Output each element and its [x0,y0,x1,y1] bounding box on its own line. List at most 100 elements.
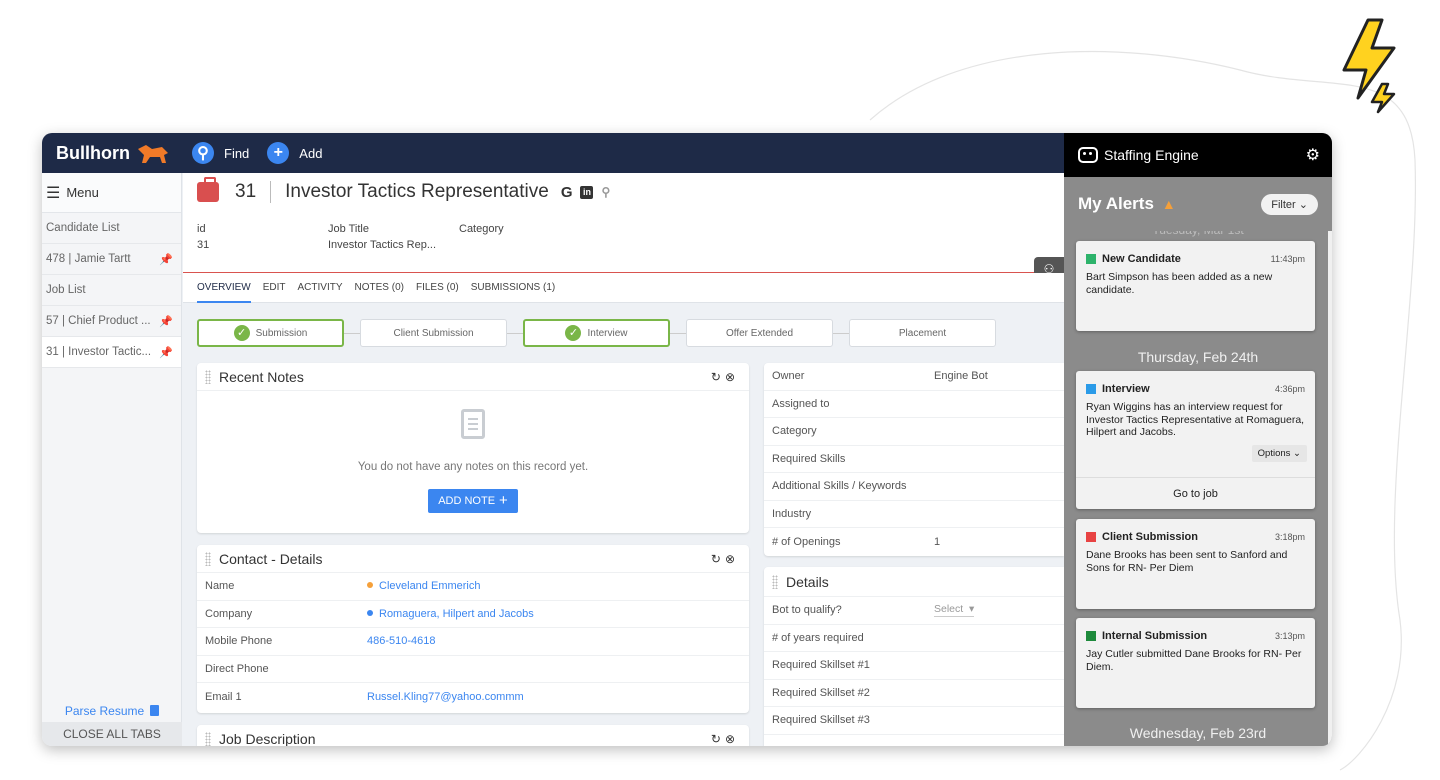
refresh-icon[interactable]: ↻ [711,732,725,746]
details-row: Required Skillset #3 [764,707,1064,735]
drag-handle-icon[interactable] [205,731,211,746]
email-link[interactable]: Russel.Kling77@yahoo.commm [367,691,524,703]
sidebar-item-investor-tactics[interactable]: 31 | Investor Tactic... 📌 [42,337,181,368]
drag-handle-icon[interactable] [772,574,778,589]
card-header: Recent Notes ↻⊗ [197,363,749,391]
filter-button[interactable]: Filter ⌄ [1261,193,1318,215]
details-row: Bot to qualify? Select ▾ [764,597,1064,625]
page-title: Investor Tactics Representative [285,181,549,202]
tab-submissions[interactable]: SUBMISSIONS (1) [471,273,555,303]
plus-icon: + [267,142,290,164]
lightning-icon [1342,18,1396,114]
alert-color-marker [1086,532,1096,542]
owner-row: Industry [764,501,1064,528]
company-link[interactable]: Romaguera, Hilpert and Jacobs [367,608,534,620]
stage-interview[interactable]: ✓ Interview [523,319,670,347]
card-title: Details [786,573,829,590]
pin-icon[interactable]: 📌 [159,315,173,328]
add-note-button[interactable]: ADD NOTE + [428,489,518,513]
tab-activity[interactable]: ACTIVITY [298,273,343,303]
card-header: Job Description ↻⊗ [197,725,749,746]
alerts-scrollbar[interactable] [1328,231,1332,746]
sidebar-item-job-list[interactable]: Job List [42,275,181,306]
menu-label: Menu [66,185,99,200]
recent-notes-card: Recent Notes ↻⊗ You do not have any note… [197,363,749,533]
tab-overview[interactable]: OVERVIEW [197,273,251,303]
drag-handle-icon[interactable] [205,369,211,384]
options-dropdown[interactable]: Options ⌄ [1251,445,1307,462]
find-button[interactable]: ⚲ Find [192,142,249,164]
bot-qualify-select[interactable]: Select ▾ [934,603,975,618]
card-actions: ↻⊗ [711,370,739,384]
job-description-card: Job Description ↻⊗ [197,725,749,746]
pin-icon[interactable]: 📌 [159,346,173,359]
app-window: Bullhorn ⚲ Find + Add ☰ Menu Candidate L… [42,133,1332,746]
menu-button[interactable]: ☰ Menu [42,173,181,213]
stage-label: Interview [587,327,628,339]
status-dot [367,609,373,616]
card-header: Contact - Details ↻⊗ [197,545,749,573]
row-label: Company [205,607,253,620]
record-header: 31 Investor Tactics Representative G in … [183,173,1064,281]
drag-handle-icon[interactable] [205,551,211,566]
mobile-phone-link[interactable]: 486-510-4618 [367,635,436,647]
owner-row: # of Openings 1 [764,528,1064,556]
brand-name: Bullhorn [56,142,130,163]
stage-submission[interactable]: ✓ Submission [197,319,344,347]
options-label: Options [1257,448,1291,459]
alert-card-client-submission[interactable]: Client Submission 3:18pm Dane Brooks has… [1076,519,1315,609]
location-pin-icon[interactable]: ⚲ [601,185,610,199]
sidebar-item-candidate-list[interactable]: Candidate List [42,213,181,244]
sidebar-item-label: 31 | Investor Tactic... [46,346,152,358]
tab-edit[interactable]: EDIT [263,273,286,303]
row-label: Mobile Phone [205,635,273,648]
tab-notes[interactable]: NOTES (0) [355,273,404,303]
linkedin-icon[interactable]: in [580,185,594,199]
field-value: Investor Tactics Rep... [328,239,437,251]
stage-client-submission[interactable]: Client Submission [360,319,507,347]
add-button[interactable]: + Add [267,142,322,164]
close-icon[interactable]: ⊗ [725,732,739,746]
contact-row-email: Email 1 Russel.Kling77@yahoo.commm [197,683,749,711]
main-content: 31 Investor Tactics Representative G in … [183,173,1064,746]
field-job-title: Job Title Investor Tactics Rep... [328,223,436,251]
close-all-tabs-button[interactable]: CLOSE ALL TABS [42,722,182,746]
card-actions: ↻⊗ [711,732,739,746]
contact-name-link[interactable]: Cleveland Emmerich [367,580,480,592]
stage-connector [344,332,360,334]
tab-files[interactable]: FILES (0) [416,273,459,303]
owner-row: Category [764,418,1064,446]
sidebar-item-label: Job List [46,284,86,296]
stage-offer-extended[interactable]: Offer Extended [686,319,833,347]
refresh-icon[interactable]: ↻ [711,552,725,566]
gear-icon[interactable]: ⚙ [1306,145,1320,165]
brand-logo[interactable]: Bullhorn [42,141,182,165]
alert-card-internal-submission[interactable]: Internal Submission 3:13pm Jay Cutler su… [1076,618,1315,708]
record-title-row: 31 Investor Tactics Representative G in … [197,177,610,203]
pin-icon[interactable]: 📌 [159,253,173,266]
parse-resume-link[interactable]: Parse Resume [42,704,182,718]
notes-empty-state: You do not have any notes on this record… [197,409,749,513]
owner-row: Required Skills [764,446,1064,473]
stage-placement[interactable]: Placement [849,319,996,347]
close-icon[interactable]: ⊗ [725,552,739,566]
alerts-header: My Alerts ▲ Filter ⌄ [1064,177,1332,231]
stage-label: Client Submission [393,327,474,339]
alert-card-new-candidate[interactable]: New Candidate 11:43pm Bart Simpson has b… [1076,241,1315,331]
check-icon: ✓ [233,325,250,341]
field-label: Job Title [328,223,369,235]
alert-card-interview[interactable]: Interview 4:36pm Ryan Wiggins has an int… [1076,371,1315,509]
alerts-title: My Alerts [1078,194,1154,213]
details-row: Required Skillset #2 [764,680,1064,707]
owner-row: Assigned to [764,391,1064,418]
top-nav-bar: Bullhorn ⚲ Find + Add [42,133,1064,173]
google-icon[interactable]: G [561,184,573,201]
flame-icon: ▲ [1161,196,1176,212]
refresh-icon[interactable]: ↻ [711,370,725,384]
sidebar-item-chief-product[interactable]: 57 | Chief Product ... 📌 [42,306,181,337]
sidebar-item-jamie-tartt[interactable]: 478 | Jamie Tartt 📌 [42,244,181,275]
contact-row-direct: Direct Phone [197,656,749,683]
go-to-job-button[interactable]: Go to job [1076,477,1315,509]
find-label: Find [224,145,250,161]
close-icon[interactable]: ⊗ [725,370,739,384]
